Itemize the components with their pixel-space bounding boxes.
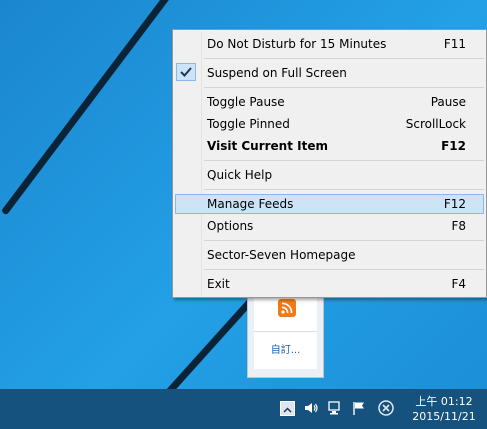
tray-overflow-panel: 自訂... [254, 297, 317, 369]
menu-item-suspend-full-screen[interactable]: Suspend on Full Screen [175, 63, 484, 83]
menu-item-label: Exit [207, 277, 230, 291]
menu-item-shortcut: F12 [443, 197, 466, 211]
divider [254, 331, 317, 332]
volume-icon[interactable] [303, 400, 319, 416]
show-hidden-icons-icon[interactable] [280, 401, 295, 416]
customize-link[interactable]: 自訂... [254, 341, 317, 356]
menu-item-label: Do Not Disturb for 15 Minutes [207, 37, 387, 51]
menu-item-shortcut: Pause [430, 95, 466, 109]
checkmark-icon [176, 63, 196, 81]
menu-item-visit-current-item[interactable]: Visit Current Item F12 [175, 136, 484, 156]
menu-item-label: Options [207, 219, 254, 233]
menu-item-label: Visit Current Item [207, 139, 328, 153]
menu-item-sector-seven-homepage[interactable]: Sector-Seven Homepage [175, 245, 484, 265]
taskbar: 上午 01:12 2015/11/21 [0, 389, 487, 429]
menu-separator [204, 87, 484, 88]
menu-item-label: Suspend on Full Screen [207, 66, 347, 80]
clock-date: 2015/11/21 [412, 410, 476, 423]
network-icon[interactable] [327, 400, 343, 416]
menu-item-shortcut: F4 [451, 277, 466, 291]
taskbar-clock[interactable]: 上午 01:12 2015/11/21 [404, 394, 484, 424]
clock-time: 上午 01:12 [415, 395, 473, 408]
menu-item-label: Toggle Pinned [207, 117, 290, 131]
menu-item-do-not-disturb[interactable]: Do Not Disturb for 15 Minutes F11 [175, 34, 484, 54]
menu-separator [204, 58, 484, 59]
menu-item-shortcut: F11 [443, 37, 466, 51]
menu-item-label: Manage Feeds [207, 197, 294, 211]
menu-item-shortcut: F8 [451, 219, 466, 233]
menu-item-shortcut: F12 [441, 139, 466, 153]
tray-overflow-popup: 自訂... [247, 292, 324, 378]
menu-item-exit[interactable]: Exit F4 [175, 274, 484, 294]
context-menu: Do Not Disturb for 15 Minutes F11 Suspen… [172, 29, 487, 298]
menu-item-toggle-pinned[interactable]: Toggle Pinned ScrollLock [175, 114, 484, 134]
wallpaper-streak [0, 0, 200, 216]
menu-item-manage-feeds[interactable]: Manage Feeds F12 [175, 194, 484, 214]
action-center-flag-icon[interactable] [351, 400, 367, 416]
menu-item-quick-help[interactable]: Quick Help [175, 165, 484, 185]
menu-separator [204, 160, 484, 161]
rss-feed-icon[interactable] [278, 299, 296, 317]
menu-separator [204, 240, 484, 241]
menu-item-shortcut: ScrollLock [405, 117, 466, 131]
menu-separator [204, 269, 484, 270]
menu-item-label: Sector-Seven Homepage [207, 248, 356, 262]
menu-item-options[interactable]: Options F8 [175, 216, 484, 236]
menu-item-toggle-pause[interactable]: Toggle Pause Pause [175, 92, 484, 112]
close-circle-icon[interactable] [378, 400, 394, 416]
menu-separator [204, 189, 484, 190]
menu-item-label: Toggle Pause [207, 95, 285, 109]
menu-item-label: Quick Help [207, 168, 273, 182]
